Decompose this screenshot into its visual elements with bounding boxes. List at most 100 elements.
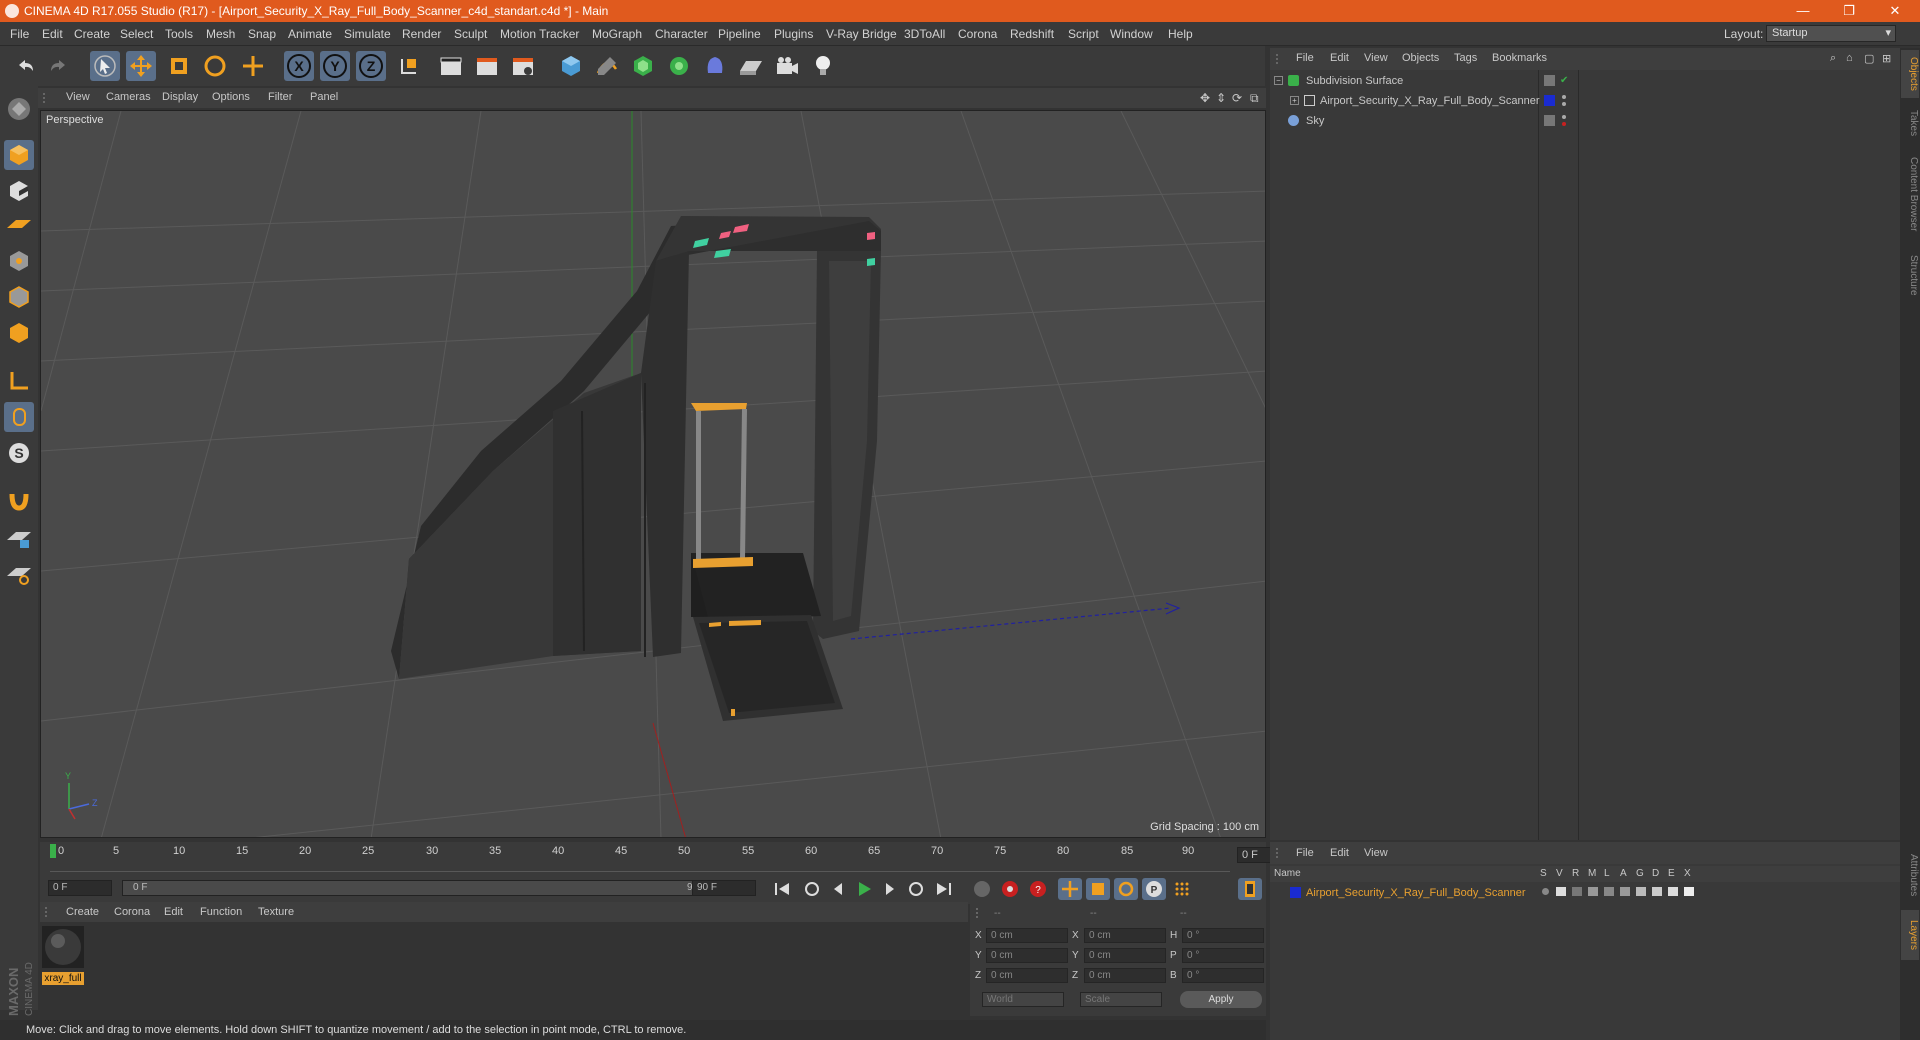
layout-select[interactable]: Startup ▾ bbox=[1766, 25, 1896, 42]
menu-mesh[interactable]: Mesh bbox=[206, 27, 235, 41]
solo-toggle[interactable] bbox=[1542, 888, 1549, 895]
tab-takes[interactable]: Takes bbox=[1901, 102, 1919, 144]
goto-end-button[interactable] bbox=[932, 878, 956, 900]
timeline-ruler[interactable]: 0 5 10 15 20 25 30 35 40 45 50 55 60 65 … bbox=[40, 842, 1303, 874]
viewport-menu-cameras[interactable]: Cameras bbox=[106, 91, 151, 103]
visibility-dot[interactable] bbox=[1562, 95, 1566, 99]
workplane-mode-button[interactable] bbox=[4, 210, 34, 240]
autokey-button[interactable]: ? bbox=[1026, 878, 1050, 900]
menu-character[interactable]: Character bbox=[655, 27, 708, 41]
motion-record-button[interactable] bbox=[970, 878, 994, 900]
menu-mograph[interactable]: MoGraph bbox=[592, 27, 642, 41]
object-row-scanner[interactable]: + Airport_Security_X_Ray_Full_Body_Scann… bbox=[1270, 92, 1900, 112]
live-selection-button[interactable] bbox=[90, 51, 120, 81]
material-menu-create[interactable]: Create bbox=[66, 906, 99, 918]
menu-select[interactable]: Select bbox=[120, 27, 153, 41]
locked-workplane-button[interactable] bbox=[4, 524, 34, 554]
layer-icon[interactable] bbox=[1544, 115, 1555, 126]
add-cube-button[interactable] bbox=[556, 51, 586, 81]
render-settings-button[interactable] bbox=[508, 51, 538, 81]
key-param-button[interactable]: P bbox=[1142, 878, 1166, 900]
coord-pos-x-field[interactable]: 0 cm bbox=[986, 928, 1068, 943]
tab-attributes[interactable]: Attributes bbox=[1901, 842, 1919, 908]
layer-color-swatch[interactable] bbox=[1290, 887, 1301, 898]
rotate-tool-button[interactable] bbox=[200, 51, 230, 81]
menu-sculpt[interactable]: Sculpt bbox=[454, 27, 487, 41]
coord-size-y-field[interactable]: 0 cm bbox=[1084, 948, 1166, 963]
magnet-button[interactable] bbox=[4, 484, 34, 514]
y-axis-button[interactable]: Y bbox=[320, 51, 350, 81]
menu-animate[interactable]: Animate bbox=[288, 27, 332, 41]
frame-range-slider[interactable]: 0 F 90 F bbox=[122, 880, 722, 896]
timeline-button[interactable] bbox=[1238, 878, 1262, 900]
prev-key-button[interactable] bbox=[800, 878, 824, 900]
polygons-mode-button[interactable] bbox=[4, 318, 34, 348]
object-row-sky[interactable]: Sky bbox=[1270, 112, 1900, 132]
coord-rot-b-field[interactable]: 0 ° bbox=[1182, 968, 1264, 983]
perspective-viewport[interactable]: Y Z Perspective Grid Spacing : 100 cm bbox=[40, 110, 1266, 838]
move-tool-button[interactable] bbox=[126, 51, 156, 81]
key-scale-button[interactable] bbox=[1086, 878, 1110, 900]
redo-button[interactable] bbox=[44, 51, 74, 81]
menu-tools[interactable]: Tools bbox=[165, 27, 193, 41]
menu-corona[interactable]: Corona bbox=[958, 27, 997, 41]
object-menu-objects[interactable]: Objects bbox=[1402, 52, 1439, 64]
menu-window[interactable]: Window bbox=[1110, 27, 1153, 41]
render-view-button[interactable] bbox=[436, 51, 466, 81]
start-frame-field[interactable]: 0 F bbox=[48, 880, 112, 896]
material-menu-edit[interactable]: Edit bbox=[164, 906, 183, 918]
object-row-subdivision[interactable]: − Subdivision Surface ✔ bbox=[1270, 72, 1900, 92]
undo-button[interactable] bbox=[10, 51, 40, 81]
snap-button[interactable]: S bbox=[4, 438, 34, 468]
material-item[interactable]: xray_full bbox=[42, 926, 84, 985]
make-editable-button[interactable] bbox=[4, 94, 34, 124]
tweak-mode-button[interactable] bbox=[4, 402, 34, 432]
object-menu-tags[interactable]: Tags bbox=[1454, 52, 1477, 64]
generator-icon[interactable] bbox=[1636, 887, 1646, 896]
key-rotation-button[interactable] bbox=[1114, 878, 1138, 900]
menu-create[interactable]: Create bbox=[74, 27, 110, 41]
next-frame-button[interactable] bbox=[878, 878, 902, 900]
layer-row[interactable]: Airport_Security_X_Ray_Full_Body_Scanner bbox=[1270, 884, 1900, 904]
menu-script[interactable]: Script bbox=[1068, 27, 1099, 41]
menu-pipeline[interactable]: Pipeline bbox=[718, 27, 761, 41]
menu-plugins[interactable]: Plugins bbox=[774, 27, 813, 41]
scale-tool-button[interactable] bbox=[164, 51, 194, 81]
menu-help[interactable]: Help bbox=[1168, 27, 1193, 41]
key-pla-button[interactable] bbox=[1170, 878, 1194, 900]
tab-layers[interactable]: Layers bbox=[1901, 910, 1919, 960]
lock-icon[interactable] bbox=[1604, 887, 1614, 896]
tab-objects[interactable]: Objects bbox=[1901, 50, 1919, 98]
axis-mode-button[interactable] bbox=[4, 366, 34, 396]
layer-icon[interactable] bbox=[1544, 75, 1555, 86]
restore-button[interactable]: ❐ bbox=[1826, 0, 1872, 22]
render-dot[interactable] bbox=[1562, 102, 1566, 106]
coord-mode-select[interactable]: World bbox=[982, 992, 1064, 1007]
visibility-dot[interactable] bbox=[1562, 115, 1566, 119]
expression-icon[interactable] bbox=[1668, 887, 1678, 896]
object-menu-file[interactable]: File bbox=[1296, 52, 1314, 64]
layer-menu-view[interactable]: View bbox=[1364, 847, 1388, 859]
tab-structure[interactable]: Structure bbox=[1901, 244, 1919, 306]
new-window-icon[interactable]: ⊞ bbox=[1882, 52, 1891, 65]
add-camera-button[interactable] bbox=[772, 51, 802, 81]
material-menu-texture[interactable]: Texture bbox=[258, 906, 294, 918]
manager-icon[interactable] bbox=[1588, 887, 1598, 896]
edges-mode-button[interactable] bbox=[4, 282, 34, 312]
apply-button[interactable]: Apply bbox=[1180, 991, 1262, 1008]
viewport-menu-options[interactable]: Options bbox=[212, 91, 250, 103]
points-mode-button[interactable] bbox=[4, 246, 34, 276]
object-menu-view[interactable]: View bbox=[1364, 52, 1388, 64]
add-generator-button[interactable] bbox=[628, 51, 658, 81]
render-picture-viewer-button[interactable] bbox=[472, 51, 502, 81]
pan-icon[interactable]: ✥ bbox=[1200, 91, 1210, 105]
eye-icon[interactable] bbox=[1556, 887, 1566, 896]
coord-transform-select[interactable]: Scale bbox=[1080, 992, 1162, 1007]
menu-edit[interactable]: Edit bbox=[42, 27, 63, 41]
coord-size-z-field[interactable]: 0 cm bbox=[1084, 968, 1166, 983]
coordinate-system-button[interactable] bbox=[394, 51, 424, 81]
animation-icon[interactable] bbox=[1620, 887, 1630, 896]
deformer-icon[interactable] bbox=[1652, 887, 1662, 896]
menu-file[interactable]: File bbox=[10, 27, 29, 41]
next-key-button[interactable] bbox=[904, 878, 928, 900]
